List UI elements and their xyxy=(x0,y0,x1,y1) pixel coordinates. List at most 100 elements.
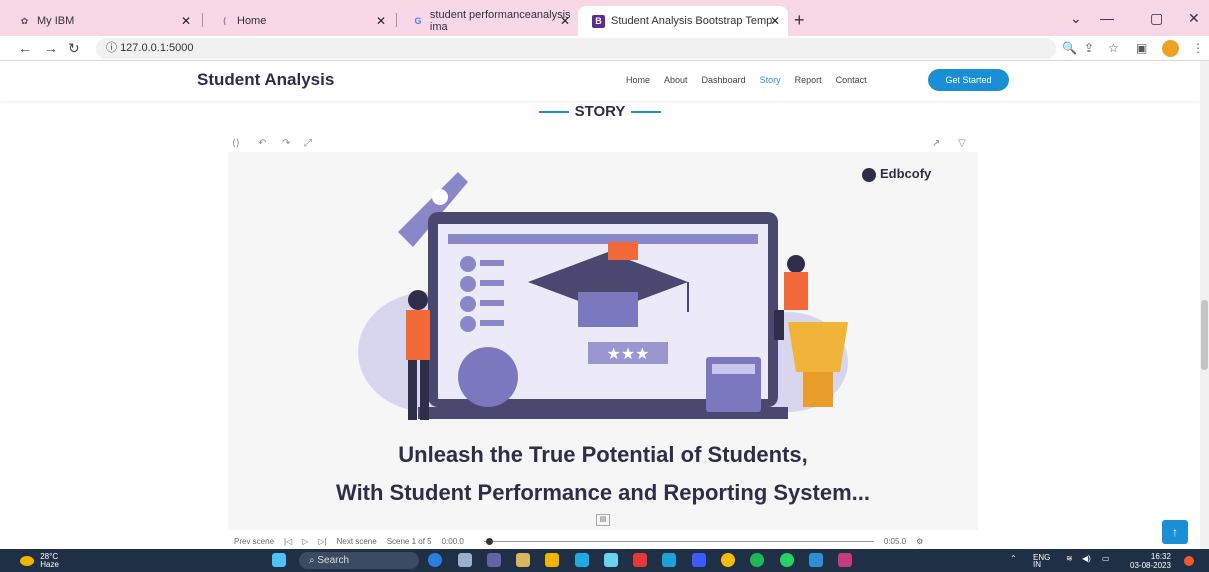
redo-icon[interactable]: ↷ xyxy=(282,138,290,149)
prev-scene-button[interactable]: Prev scene xyxy=(234,537,274,546)
bing-icon[interactable] xyxy=(428,553,442,567)
back-icon[interactable]: ← xyxy=(18,40,32,56)
nav-home[interactable]: Home xyxy=(626,75,650,85)
maximize-icon[interactable]: ▢ xyxy=(1150,10,1163,27)
side-panel-icon[interactable]: ▣ xyxy=(1136,41,1147,55)
chart-icon[interactable]: ↗ xyxy=(932,138,940,149)
tab-google-search[interactable]: G student performanceanalysis ima ✕ xyxy=(398,6,578,36)
bootstrap-icon: B xyxy=(592,14,605,28)
weather-label: Haze xyxy=(40,560,59,569)
undo-icon[interactable]: ↶ xyxy=(258,138,266,149)
page-icon: ⟨ xyxy=(222,15,227,26)
tray-overflow-icon[interactable]: ⌃ xyxy=(1010,554,1017,563)
timeline-handle[interactable] xyxy=(485,537,493,545)
svg-text:★★★: ★★★ xyxy=(606,344,649,363)
minimize-icon[interactable]: — xyxy=(1100,10,1114,26)
play-icon[interactable]: ▷ xyxy=(302,537,308,546)
widgets-icon[interactable] xyxy=(516,553,530,567)
nav-about[interactable]: About xyxy=(664,75,688,85)
close-tab-icon[interactable]: ✕ xyxy=(560,14,570,28)
edbcofy-logo: Edbcofy xyxy=(862,166,931,182)
notification-icon[interactable] xyxy=(1184,556,1194,566)
windows-start-icon[interactable] xyxy=(272,553,286,567)
bookmark-star-icon[interactable]: ☆ xyxy=(1108,41,1119,55)
tab-label: student performanceanalysis ima xyxy=(429,9,571,33)
app-icon[interactable] xyxy=(662,553,676,567)
tab-search-icon[interactable]: ⌄ xyxy=(1070,10,1082,27)
share-icon[interactable]: ⟨⟩ xyxy=(232,138,240,149)
search-label: Search xyxy=(317,555,350,566)
ibm-icon: ✿ xyxy=(20,15,29,26)
os-taskbar: 28°C Haze ⌕ Search ⌃ ENG IN ≋ ◀) ▭ 16:32 0… xyxy=(0,549,1209,572)
time-end: 0:05.0 xyxy=(883,536,907,546)
forward-icon[interactable]: → xyxy=(44,40,58,56)
taskbar-search[interactable]: ⌕ Search xyxy=(299,552,419,569)
section-title: STORY xyxy=(520,103,680,120)
settings-icon[interactable]: ⚙ xyxy=(916,537,923,546)
zoom-icon[interactable]: 🔍 xyxy=(1062,41,1077,55)
next-scene-button[interactable]: Next scene xyxy=(337,537,377,546)
address-bar: ← → ↻ ⓘ 127.0.0.1:5000 🔍 ⇪ ☆ ▣ ⋮ xyxy=(0,36,1209,61)
story-caption-line-1: Unleash the True Potential of Students, xyxy=(398,442,808,467)
site-info-icon[interactable]: ⓘ xyxy=(106,42,117,54)
nav-dashboard[interactable]: Dashboard xyxy=(702,75,746,85)
site-brand[interactable]: Student Analysis xyxy=(197,70,334,90)
tab-home[interactable]: ⟨ Home ✕ xyxy=(204,6,394,36)
site-nav: Home About Dashboard Story Report Contac… xyxy=(626,75,867,85)
teams-icon[interactable] xyxy=(487,553,501,567)
url-text: 127.0.0.1:5000 xyxy=(120,42,194,54)
url-input[interactable]: ⓘ 127.0.0.1:5000 xyxy=(96,38,1056,59)
fullscreen-icon[interactable]: ⤢ xyxy=(304,138,312,149)
battery-icon[interactable]: ▭ xyxy=(1102,554,1110,563)
browser-menu-icon[interactable]: ⋮ xyxy=(1192,41,1204,55)
last-scene-icon[interactable]: ▷| xyxy=(318,537,326,546)
system-clock[interactable]: 16:32 03-08-2023 xyxy=(1130,552,1171,570)
first-scene-icon[interactable]: |◁ xyxy=(284,537,292,546)
close-window-icon[interactable]: ✕ xyxy=(1188,10,1200,27)
profile-avatar[interactable] xyxy=(1162,40,1179,57)
taskview-icon[interactable] xyxy=(458,553,472,567)
timeline-slider[interactable] xyxy=(483,537,874,545)
new-tab-icon[interactable]: + xyxy=(794,10,805,31)
nav-contact[interactable]: Contact xyxy=(836,75,867,85)
tab-student-analysis[interactable]: B Student Analysis Bootstrap Temp ✕ xyxy=(578,6,788,36)
search-icon: ⌕ xyxy=(309,555,315,566)
section-title-text: STORY xyxy=(574,103,626,120)
scene-pager-icon[interactable]: ▤ xyxy=(596,514,610,526)
weather-icon xyxy=(20,556,34,566)
edge-icon[interactable] xyxy=(575,553,589,567)
language-indicator[interactable]: ENG IN xyxy=(1033,554,1050,569)
wifi-icon[interactable]: ≋ xyxy=(1066,554,1073,563)
close-tab-icon[interactable]: ✕ xyxy=(376,14,386,28)
reload-icon[interactable]: ↻ xyxy=(68,40,80,57)
file-explorer-icon[interactable] xyxy=(545,553,559,567)
browser-tab-bar: ✿ My IBM ✕ ⟨ Home ✕ G student performanc… xyxy=(0,0,1209,36)
chrome-icon[interactable] xyxy=(721,553,735,567)
nav-report[interactable]: Report xyxy=(795,75,822,85)
app-icon[interactable] xyxy=(838,553,852,567)
close-tab-icon[interactable]: ✕ xyxy=(181,14,191,28)
nav-story[interactable]: Story xyxy=(760,75,781,85)
scrollbar-thumb[interactable] xyxy=(1201,300,1208,370)
app-icon[interactable] xyxy=(692,553,706,567)
comment-icon[interactable]: ▽ xyxy=(958,138,966,149)
volume-icon[interactable]: ◀) xyxy=(1082,554,1091,563)
education-illustration: ★★★ xyxy=(358,172,848,420)
weather-widget[interactable]: 28°C Haze xyxy=(20,553,59,569)
close-tab-icon[interactable]: ✕ xyxy=(770,14,780,28)
spotify-icon[interactable] xyxy=(750,553,764,567)
google-icon: G xyxy=(414,15,422,26)
whatsapp-icon[interactable] xyxy=(780,553,794,567)
share-icon[interactable]: ⇪ xyxy=(1084,41,1094,55)
get-started-button[interactable]: Get Started xyxy=(928,69,1009,91)
photos-icon[interactable] xyxy=(809,553,823,567)
site-header: Student Analysis Home About Dashboard St… xyxy=(0,61,1200,101)
mcafee-icon[interactable] xyxy=(633,553,647,567)
back-to-top-button[interactable]: ↑ xyxy=(1162,520,1188,544)
tab-my-ibm[interactable]: ✿ My IBM ✕ xyxy=(4,6,199,36)
tab-label: Home xyxy=(237,15,267,27)
scene-counter: Scene 1 of 5 xyxy=(386,536,432,546)
store-icon[interactable] xyxy=(604,553,618,567)
story-playback-controls: Prev scene |◁ ▷ ▷| Next scene Scene 1 of… xyxy=(228,533,978,549)
story-caption-line-2: With Student Performance and Reporting S… xyxy=(336,480,870,505)
